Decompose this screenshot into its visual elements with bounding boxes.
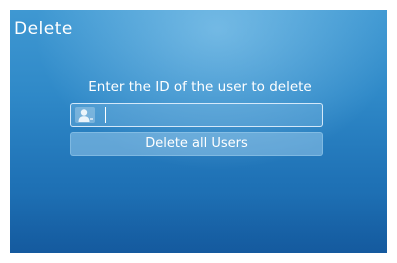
user-id-input[interactable] (70, 103, 323, 127)
instruction-text: Enter the ID of the user to delete (88, 79, 312, 95)
text-cursor (105, 107, 106, 123)
page-title: Delete (14, 19, 73, 39)
user-icon (75, 107, 95, 123)
delete-screen: Delete Enter the ID of the user to delet… (10, 10, 387, 253)
delete-all-users-button[interactable]: Delete all Users (70, 132, 323, 156)
